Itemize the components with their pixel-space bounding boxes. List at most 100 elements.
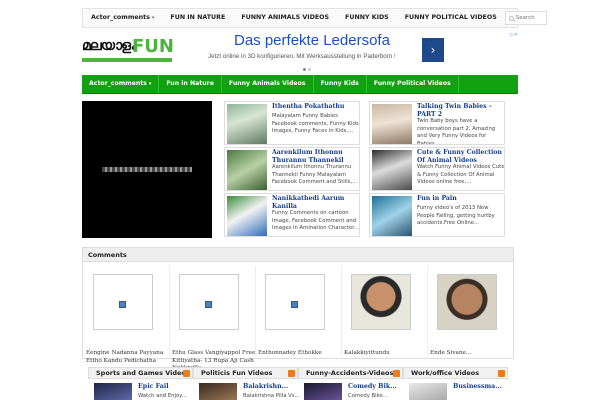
- post-excerpt: Funny video's of 2013 New People Falling…: [417, 205, 495, 227]
- post-card[interactable]: Cute & Funny Collection Of Animal Videos…: [369, 147, 505, 191]
- search-icon[interactable]: [508, 15, 514, 21]
- post-thumbnail[interactable]: [227, 196, 267, 236]
- post-excerpt: Aarenkilum Ithonnu Thurannu Thannekil Fu…: [272, 164, 358, 186]
- divider: [341, 266, 342, 356]
- ad-pager: [302, 65, 312, 73]
- top-nav-item-funny-kids[interactable]: FUNNY KIDS: [337, 9, 397, 27]
- post-excerpt: Watch Funny Animal Videos Cute & Funny C…: [417, 164, 505, 186]
- comment-item[interactable]: Ethu Glass Vangiyappol Free Kittiyatha- …: [172, 266, 256, 371]
- category-box: Work/office Videos Businessma...: [403, 367, 508, 400]
- post-card[interactable]: Aarenkilum Ithonnu Thurannu Thannekil Aa…: [224, 147, 360, 191]
- category-heading-label: Work/office Videos: [411, 369, 480, 377]
- category-thumbnail[interactable]: [94, 383, 132, 400]
- category-thumbnail[interactable]: [409, 383, 447, 400]
- post-title[interactable]: Aarenkilum Ithonnu Thurannu Thannekil: [272, 149, 358, 164]
- post-thumbnail[interactable]: [227, 104, 267, 144]
- category-thumbnail[interactable]: [304, 383, 342, 400]
- post-card[interactable]: Ithentha Pokathathu Malayalam Funny Babi…: [224, 101, 360, 145]
- ad-title[interactable]: Das perfekte Ledersofa: [234, 32, 390, 49]
- comment-title[interactable]: Kalakkiyittundu: [344, 350, 428, 358]
- post-title[interactable]: Ithentha Pokathathu: [272, 103, 358, 111]
- comment-image[interactable]: [437, 274, 497, 330]
- category-post-title[interactable]: Comedy Bik...: [348, 383, 397, 390]
- main-nav-item-fun-in-nature[interactable]: Fun in Nature: [159, 75, 222, 93]
- ad-close-icon[interactable]: ▷✕: [510, 32, 518, 38]
- post-title[interactable]: Fun in Pain: [417, 195, 503, 203]
- divider: [255, 266, 256, 356]
- divider: [169, 266, 170, 356]
- main-nav-label: Actor_comments: [89, 80, 147, 87]
- comments-section: Comments Eengine Nadanna Payyana Ettho K…: [82, 247, 514, 371]
- category-box: Sports and Games Videos Epic Fail Watch …: [88, 367, 193, 400]
- comment-image[interactable]: [179, 274, 239, 330]
- post-title[interactable]: Nanikkathedi Aarum Kanilla: [272, 195, 358, 210]
- comment-image[interactable]: [351, 274, 411, 330]
- category-heading[interactable]: Work/office Videos: [403, 367, 508, 379]
- main-nav-item-funny-political[interactable]: Funny Political Videos: [367, 75, 459, 93]
- category-heading[interactable]: Politicis Fun Videos: [193, 367, 298, 379]
- category-post-title[interactable]: Epic Fail: [138, 383, 169, 390]
- category-heading[interactable]: Sports and Games Videos: [88, 367, 193, 379]
- category-post-title[interactable]: Balakrishn...: [243, 383, 288, 390]
- ad-pager-dot[interactable]: [308, 68, 311, 71]
- top-nav-item-fun-in-nature[interactable]: FUN IN NATURE: [162, 9, 233, 27]
- top-nav-item-funny-political[interactable]: FUNNY POLITICAL VIDEOS: [397, 9, 505, 27]
- image-placeholder-icon: [119, 301, 126, 308]
- post-card[interactable]: Fun in Pain Funny video's of 2013 New Pe…: [369, 193, 505, 237]
- comment-item[interactable]: Kalakkiyittundu: [344, 266, 428, 356]
- post-card[interactable]: Talking Twin Babies – PART 2 Twin Baby b…: [369, 101, 505, 145]
- category-heading-label: Sports and Games Videos: [96, 369, 190, 377]
- image-placeholder-icon: [291, 301, 298, 308]
- logo-tagline-bar: [82, 58, 172, 62]
- comment-item[interactable]: Ende Sivane...: [430, 266, 514, 356]
- category-thumbnail[interactable]: [199, 383, 237, 400]
- post-title[interactable]: Cute & Funny Collection Of Animal Videos: [417, 149, 503, 164]
- rss-icon[interactable]: [288, 370, 295, 377]
- post-excerpt: Malayalam Funny Babies Facebook comments…: [272, 113, 359, 135]
- logo-fun: FUN: [132, 36, 174, 57]
- post-excerpt: Twin Baby boys have a conversation part …: [417, 118, 496, 145]
- comment-image[interactable]: [265, 274, 325, 330]
- site-logo[interactable]: മലയാളം FUN: [82, 36, 174, 66]
- post-excerpt: Funny Comments on cartoon Image, Faceboo…: [272, 210, 359, 232]
- comment-title[interactable]: Ende Sivane...: [430, 350, 514, 358]
- post-title[interactable]: Talking Twin Babies – PART 2: [417, 103, 503, 118]
- category-box: Funny-Accidents-Videos Comedy Bik... Com…: [298, 367, 403, 400]
- main-nav-item-actor-comments[interactable]: Actor_comments ▾: [82, 75, 160, 93]
- ad-banner[interactable]: Das perfekte Ledersofa Jetzt online in 3…: [182, 30, 518, 72]
- search-input[interactable]: [515, 15, 546, 21]
- category-heading[interactable]: Funny-Accidents-Videos: [298, 367, 403, 379]
- ad-arrow-button[interactable]: ›: [422, 38, 444, 62]
- post-thumbnail[interactable]: [227, 150, 267, 190]
- top-nav-item-actor-comments[interactable]: Actor_comments ▾: [83, 9, 162, 27]
- rss-icon[interactable]: [498, 370, 505, 377]
- category-post-title[interactable]: Businessma...: [453, 383, 502, 390]
- rss-icon[interactable]: [183, 370, 190, 377]
- main-nav-item-funny-kids[interactable]: Funny Kids: [314, 75, 367, 93]
- main-nav-item-funny-animals[interactable]: Funny Animals Videos: [222, 75, 314, 93]
- ad-subtitle[interactable]: Jetzt online in 3D konfigurieren. Mit We…: [208, 53, 396, 60]
- post-thumbnail[interactable]: [372, 196, 412, 236]
- top-nav-item-funny-animals[interactable]: FUNNY ANIMALS VIDEOS: [233, 9, 337, 27]
- top-nav-label: Actor_comments: [91, 14, 150, 21]
- comment-item[interactable]: Eengine Nadanna Payyana Ettho Kandu Pedi…: [86, 266, 170, 364]
- divider: [427, 266, 428, 356]
- category-box: Politicis Fun Videos Balakrishn... Balak…: [193, 367, 300, 400]
- ad-pager-dot[interactable]: [303, 68, 306, 71]
- category-heading-label: Funny-Accidents-Videos: [306, 369, 394, 377]
- chevron-down-icon: ▾: [148, 81, 152, 87]
- chevron-down-icon: ▾: [151, 15, 155, 21]
- comments-heading: Comments: [83, 248, 513, 262]
- post-thumbnail[interactable]: [372, 104, 412, 144]
- rss-icon[interactable]: [393, 370, 400, 377]
- post-thumbnail[interactable]: [372, 150, 412, 190]
- post-card[interactable]: Nanikkathedi Aarum Kanilla Funny Comment…: [224, 193, 360, 237]
- search-box: [504, 11, 547, 25]
- image-placeholder-icon: [205, 301, 212, 308]
- comment-item[interactable]: Enthonnadey Ethokke: [258, 266, 342, 356]
- video-player[interactable]: [82, 101, 212, 238]
- comment-title[interactable]: Enthonnadey Ethokke: [258, 350, 342, 358]
- comment-image[interactable]: [93, 274, 153, 330]
- comment-title[interactable]: Eengine Nadanna Payyana Ettho Kandu Pedi…: [86, 350, 170, 365]
- logo-script: മലയാളം: [82, 38, 137, 54]
